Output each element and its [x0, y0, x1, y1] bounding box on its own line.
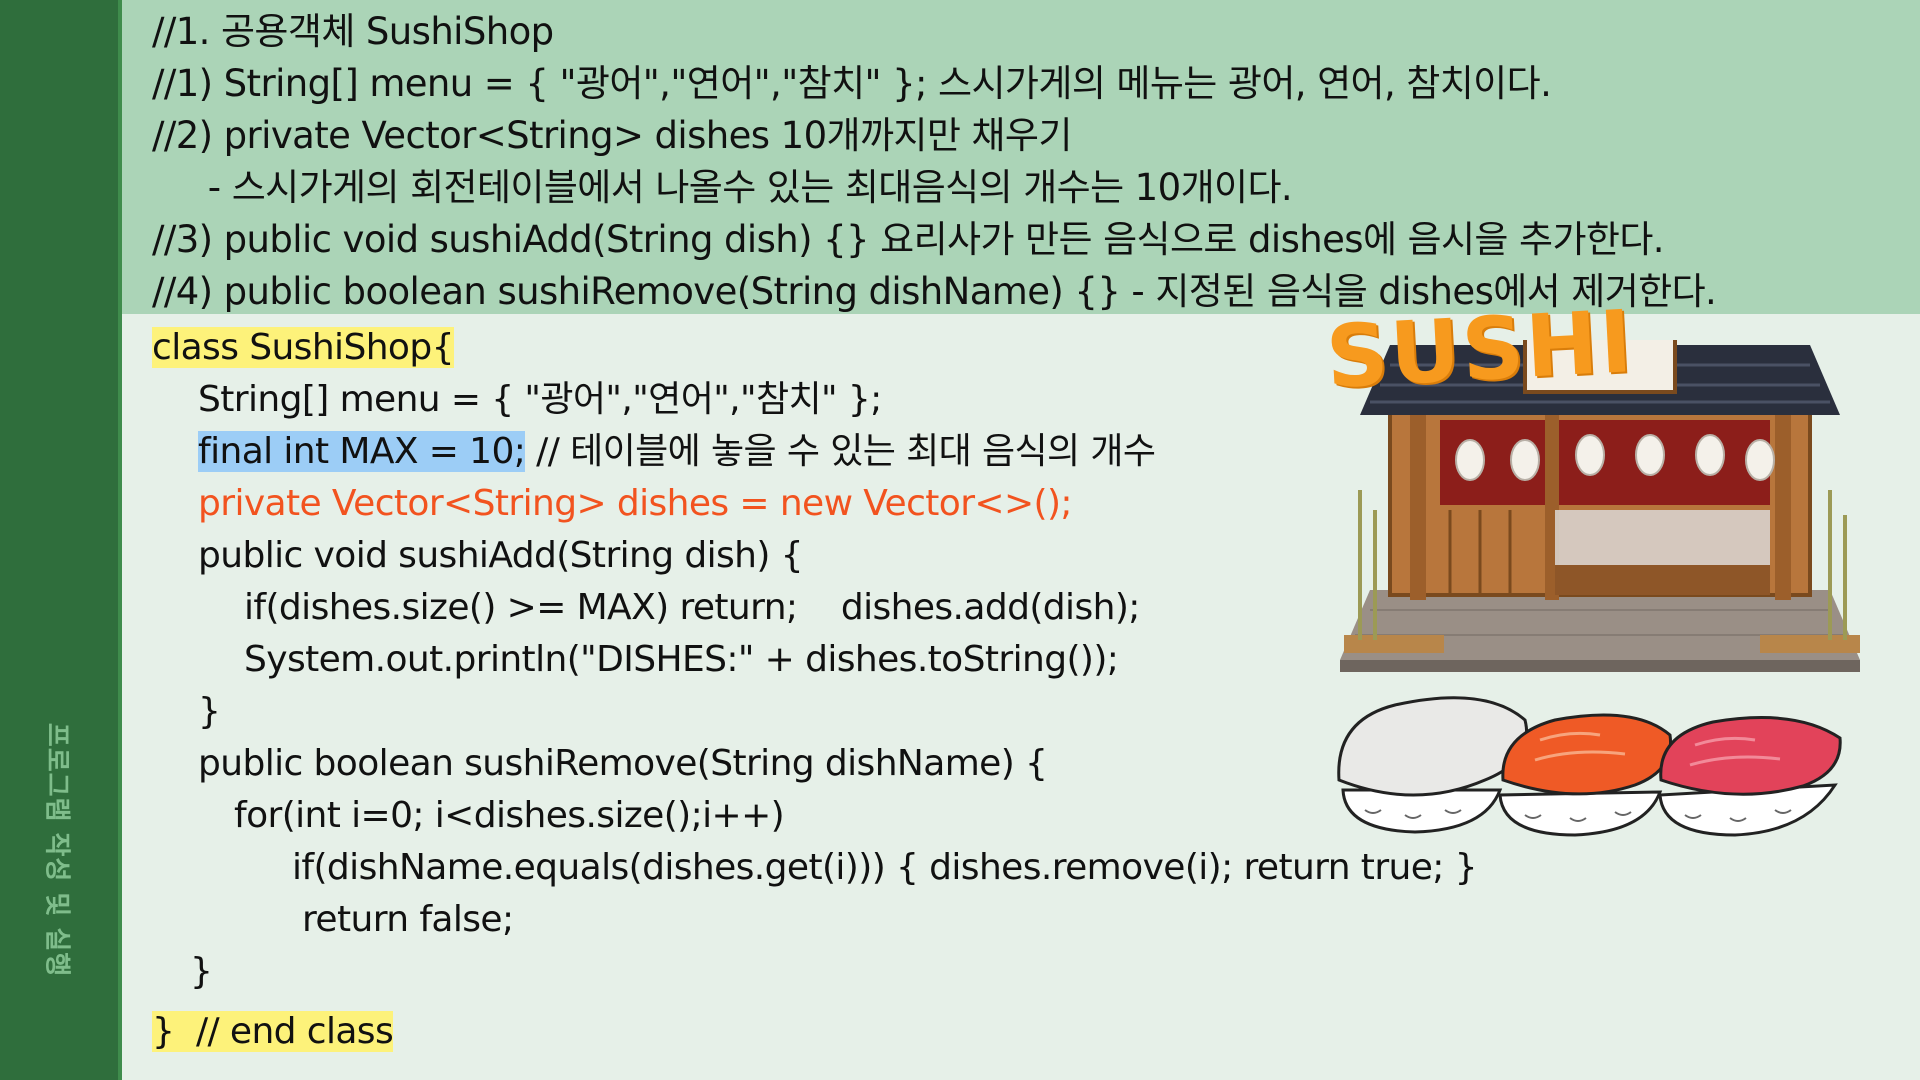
sushi-sign-text: SUSHI: [1323, 292, 1637, 408]
code-add-body-1: if(dishes.size() >= MAX) return; dishes.…: [244, 587, 1140, 628]
max-decl-highlight: final int MAX = 10;: [198, 431, 526, 472]
class-close-highlight: } // end class: [152, 1011, 394, 1052]
code-add-close: }: [198, 691, 221, 732]
max-comment: // 테이블에 놓을 수 있는 최대 음식의 개수: [525, 431, 1156, 472]
code-add-signature: public void sushiAdd(String dish) {: [198, 535, 804, 576]
code-add-body-2: System.out.println("DISHES:" + dishes.to…: [244, 639, 1119, 680]
code-max-line: final int MAX = 10; // 테이블에 놓을 수 있는 최대 음…: [198, 428, 1156, 476]
code-remove-close: }: [190, 951, 213, 992]
code-dishes-decl: private Vector<String> dishes = new Vect…: [198, 483, 1073, 524]
sidebar-label: 프로그램 작성 및 실행: [41, 722, 72, 978]
sidebar: 프로그램 작성 및 실행: [0, 0, 122, 1080]
code-remove-return: return false;: [302, 899, 514, 940]
header-line-3: //2) private Vector<String> dishes 10개까지…: [152, 114, 1072, 157]
code-class-open: class SushiShop{: [152, 324, 455, 372]
code-class-close: } // end class: [152, 1008, 394, 1056]
code-remove-if: if(dishName.equals(dishes.get(i))) { dis…: [292, 847, 1478, 888]
code-menu-decl: String[] menu = { "광어","연어","참치" };: [198, 379, 882, 420]
nigiri-sushi-illustration: [1337, 696, 1842, 837]
code-remove-for: for(int i=0; i<dishes.size();i++): [234, 795, 785, 836]
header-line-2: //1) String[] menu = { "광어","연어","참치" };…: [152, 62, 1552, 105]
header-line-4: - 스시가게의 회전테이블에서 나올수 있는 최대음식의 개수는 10개이다.: [152, 166, 1293, 209]
header-line-1: //1. 공용객체 SushiShop: [152, 10, 554, 53]
header-line-5: //3) public void sushiAdd(String dish) {…: [152, 218, 1665, 261]
code-remove-signature: public boolean sushiRemove(String dishNa…: [198, 743, 1048, 784]
class-open-highlight: class SushiShop{: [152, 327, 455, 368]
